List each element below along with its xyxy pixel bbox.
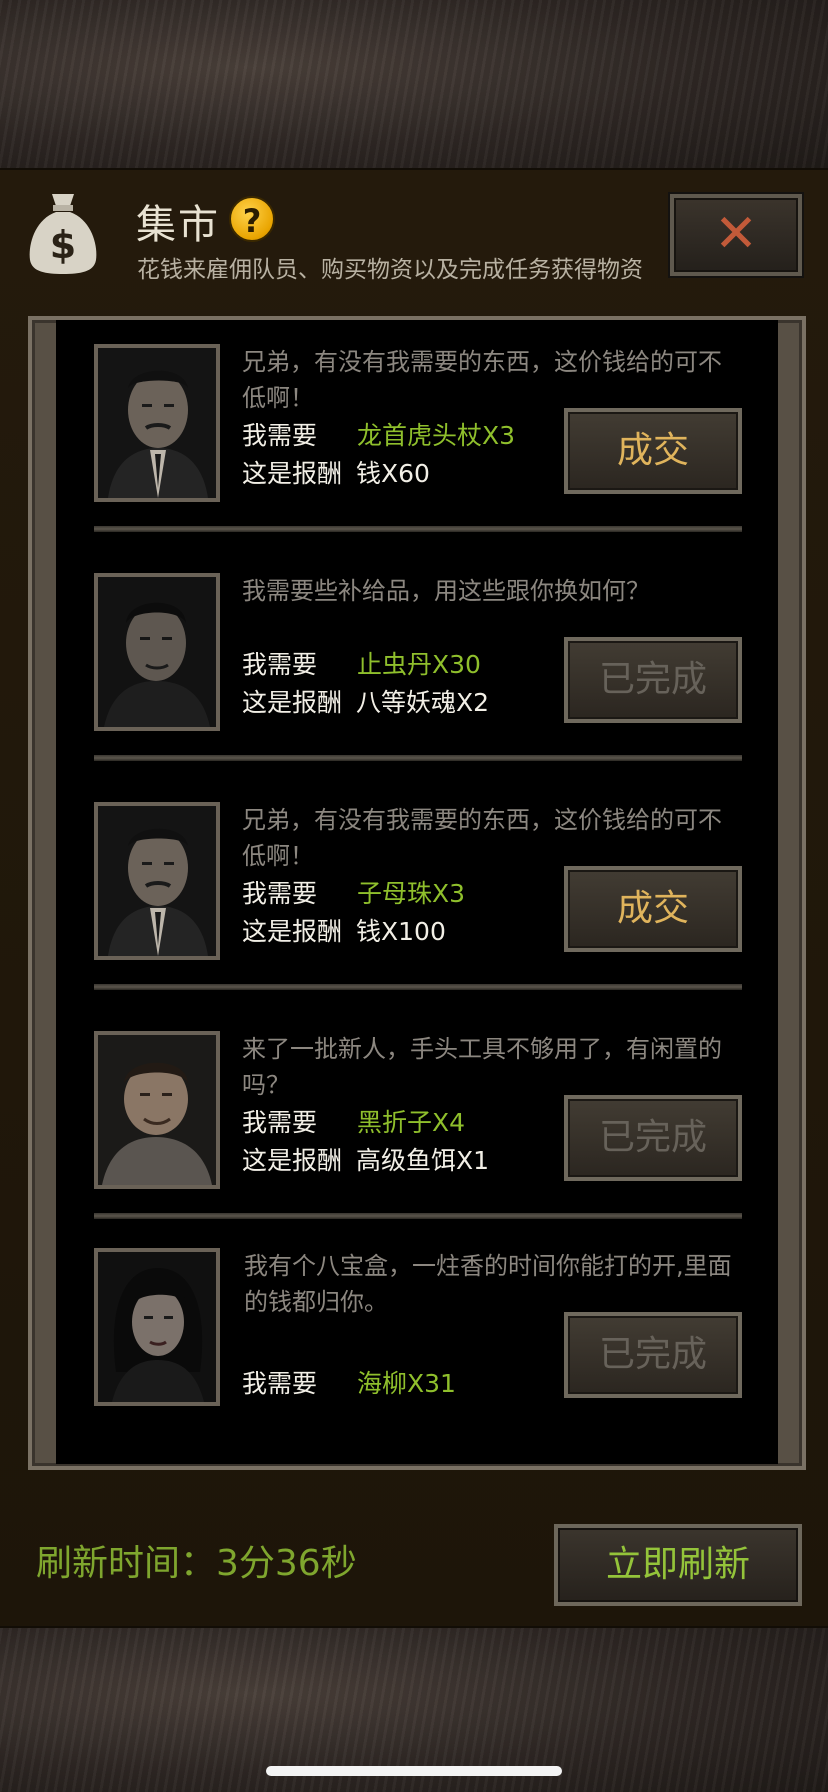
quest-item: 来了一批新人，手头工具不够用了，有闲置的吗？ 我需要 黑折子X4 这是报酬 高级… [94, 1031, 742, 1260]
need-label: 我需要 [242, 1108, 318, 1137]
need-label: 我需要 [242, 421, 318, 450]
market-panel: $ 集市 ? 花钱来雇佣队员、购买物资以及完成任务获得物资 ✕ 兄弟，有没有我需… [0, 168, 828, 1628]
need-value: 海柳X31 [357, 1369, 456, 1398]
reward-value: 钱X100 [356, 917, 446, 946]
need-value: 龙首虎头杖X3 [357, 421, 516, 450]
close-button[interactable]: ✕ [670, 194, 802, 276]
svg-text:$: $ [50, 223, 76, 267]
reward-label: 这是报酬 [242, 917, 343, 946]
quest-list-frame: 兄弟，有没有我需要的东西，这价钱给的可不低啊！ 我需要 龙首虎头杖X3 这是报酬… [28, 316, 806, 1470]
quest-item: 我需要些补给品，用这些跟你换如何？ 我需要 止虫丹X30 这是报酬 八等妖魂X2… [94, 573, 742, 802]
completed-button[interactable]: 已完成 [564, 637, 742, 723]
quest-dialog: 我需要些补给品，用这些跟你换如何？ [242, 577, 650, 605]
need-label: 我需要 [242, 650, 318, 679]
npc-portrait [94, 1248, 220, 1406]
reward-value: 高级鱼饵X1 [356, 1146, 490, 1175]
stone-background-top [0, 0, 828, 168]
quest-dialog: 兄弟，有没有我需要的东西，这价钱给的可不低啊！ [242, 806, 722, 870]
completed-button[interactable]: 已完成 [564, 1095, 742, 1181]
question-icon[interactable]: ? [229, 196, 275, 242]
reward-label: 这是报酬 [242, 1146, 343, 1175]
quest-dialog: 来了一批新人，手头工具不够用了，有闲置的吗？ [242, 1035, 722, 1099]
divider [94, 984, 742, 990]
reward-label: 这是报酬 [242, 459, 343, 488]
quest-item: 我有个八宝盒，一炷香的时间你能打的开,里面的钱都归你。 我需要 海柳X31 已完… [94, 1248, 742, 1464]
npc-portrait [94, 802, 220, 960]
divider [94, 1213, 742, 1219]
refresh-timer: 刷新时间：3分36秒 [36, 1543, 357, 1584]
refresh-now-button[interactable]: 立即刷新 [554, 1524, 802, 1606]
quest-item: 兄弟，有没有我需要的东西，这价钱给的可不低啊！ 我需要 龙首虎头杖X3 这是报酬… [94, 344, 742, 573]
npc-portrait [94, 1031, 220, 1189]
home-indicator[interactable] [266, 1766, 562, 1776]
deal-button[interactable]: 成交 [564, 866, 742, 952]
need-value: 止虫丹X30 [357, 650, 481, 679]
quest-list[interactable]: 兄弟，有没有我需要的东西，这价钱给的可不低啊！ 我需要 龙首虎头杖X3 这是报酬… [56, 320, 778, 1464]
quest-dialog: 兄弟，有没有我需要的东西，这价钱给的可不低啊！ [242, 348, 722, 412]
money-bag-icon: $ [26, 190, 100, 276]
divider [94, 755, 742, 761]
need-value: 子母珠X3 [357, 879, 466, 908]
completed-button[interactable]: 已完成 [564, 1312, 742, 1398]
deal-button[interactable]: 成交 [564, 408, 742, 494]
divider [94, 526, 742, 532]
reward-value: 八等妖魂X2 [356, 688, 490, 717]
panel-header: $ 集市 ? 花钱来雇佣队员、购买物资以及完成任务获得物资 ✕ [0, 170, 828, 310]
quest-dialog: 我有个八宝盒，一炷香的时间你能打的开,里面的钱都归你。 [244, 1252, 732, 1316]
need-label: 我需要 [242, 1369, 318, 1398]
page-title: 集市 [136, 202, 220, 248]
npc-portrait [94, 344, 220, 502]
npc-portrait [94, 573, 220, 731]
page-subtitle: 花钱来雇佣队员、购买物资以及完成任务获得物资 [137, 257, 643, 283]
need-value: 黑折子X4 [357, 1108, 466, 1137]
quest-item: 兄弟，有没有我需要的东西，这价钱给的可不低啊！ 我需要 子母珠X3 这是报酬 钱… [94, 802, 742, 1031]
need-label: 我需要 [242, 879, 318, 908]
reward-label: 这是报酬 [242, 688, 343, 717]
close-icon: ✕ [714, 204, 758, 264]
reward-value: 钱X60 [356, 459, 430, 488]
